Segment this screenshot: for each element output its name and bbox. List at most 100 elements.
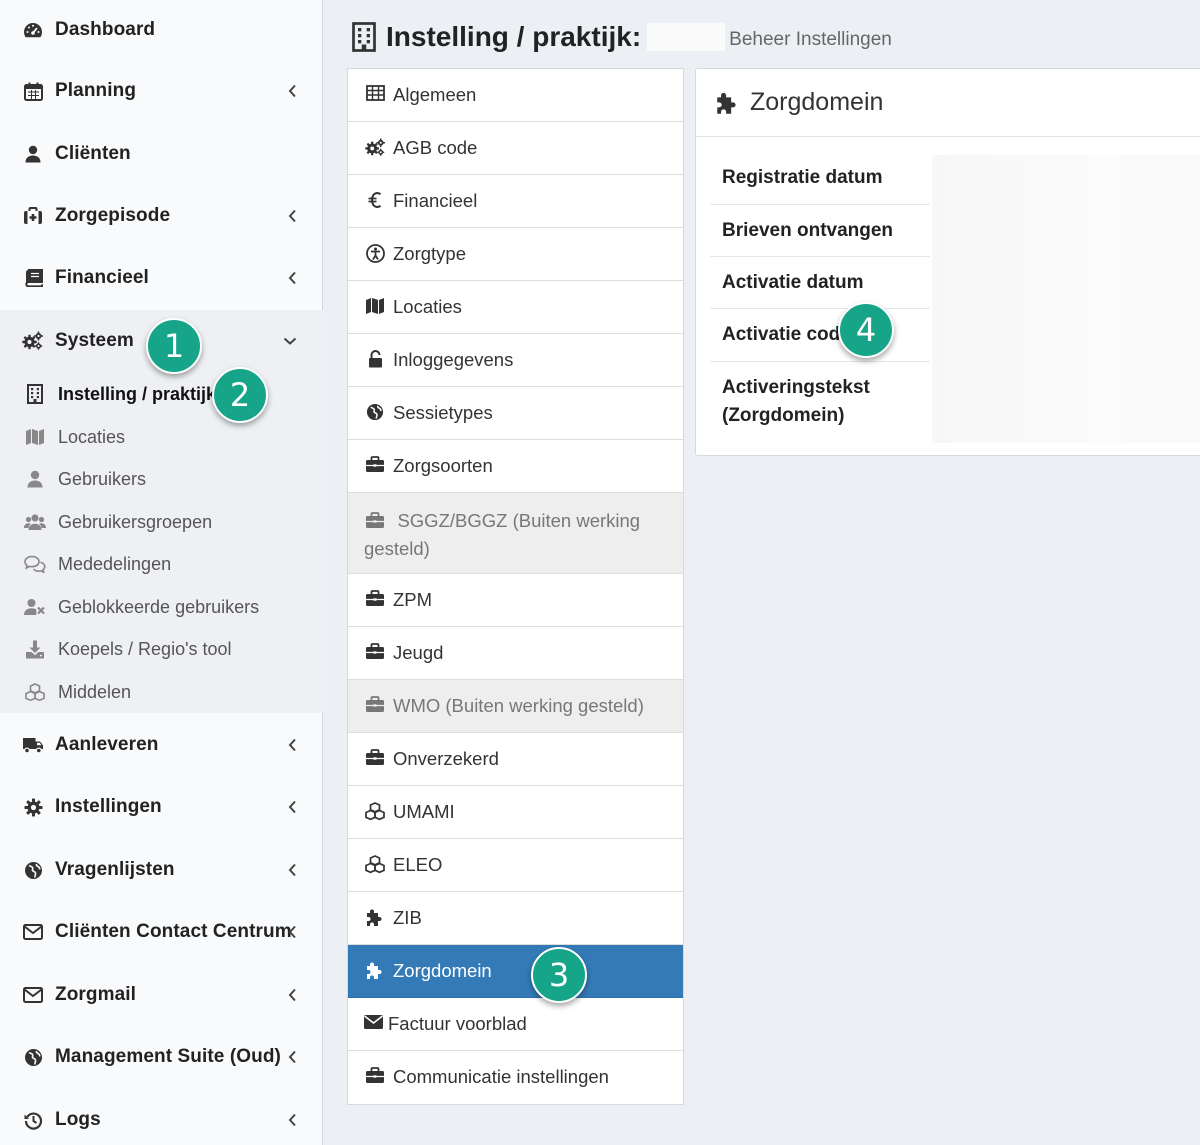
settings-item-agb-code[interactable]: AGB code (348, 122, 683, 175)
detail-label: Registratie datum (722, 167, 883, 188)
map-icon (22, 428, 48, 446)
sidebar-subitem-gebruikersgroepen[interactable]: Gebruikersgroepen (0, 501, 323, 543)
chevron-left-icon (288, 863, 297, 877)
users-icon (22, 513, 48, 531)
sidebar-subitem-koepels[interactable]: Koepels / Regio's tool (0, 628, 323, 670)
sidebar-item-zorgepisode[interactable]: Zorgepisode (0, 186, 323, 246)
settings-item-zorgdomein[interactable]: Zorgdomein (348, 945, 683, 998)
callout-badge-4: 4 (838, 302, 894, 358)
settings-item-zorgsoorten[interactable]: Zorgsoorten (348, 440, 683, 493)
settings-item-communicatie-instellingen[interactable]: Communicatie instellingen (348, 1051, 683, 1104)
detail-panel: Zorgdomein Registratie datum Brieven ont… (695, 68, 1200, 456)
settings-item-eleo[interactable]: ELEO (348, 839, 683, 892)
settings-item-locaties[interactable]: Locaties (348, 281, 683, 334)
sidebar-subitem-mededelingen[interactable]: Mededelingen (0, 543, 323, 585)
unlock-icon (364, 348, 386, 368)
sidebar-item-instellingen[interactable]: Instellingen (0, 777, 323, 837)
sidebar-subitem-label: Instelling / praktijk (58, 383, 217, 404)
sidebar-subitem-label: Middelen (58, 681, 132, 702)
settings-item-zorgtype[interactable]: Zorgtype (348, 228, 683, 281)
settings-item-factuur-voorblad[interactable]: Factuur voorblad (348, 998, 683, 1051)
user-times-icon (22, 598, 48, 616)
sidebar-item-label: Planning (55, 80, 137, 101)
page-subtitle: Beheer Instellingen (729, 29, 892, 50)
detail-label: Activeringstekst (Zorgdomein) (722, 377, 870, 426)
settings-list: Algemeen AGB code Financieel Zorgtype Lo… (347, 68, 684, 1105)
settings-item-label: Algemeen (393, 84, 477, 105)
book-icon (20, 269, 46, 287)
settings-item-zib[interactable]: ZIB (348, 892, 683, 945)
cubes-icon (22, 682, 48, 702)
sidebar-subitem-instelling[interactable]: Instelling / praktijk (0, 373, 323, 415)
sidebar-item-label: Zorgmail (55, 984, 137, 1005)
settings-item-financieel[interactable]: Financieel (348, 175, 683, 228)
settings-item-inloggegevens[interactable]: Inloggegevens (348, 334, 683, 387)
user-icon (20, 145, 46, 163)
cubes-icon (364, 800, 386, 821)
sidebar-subitem-middelen[interactable]: Middelen (0, 671, 323, 713)
sidebar-item-financieel[interactable]: Financieel (0, 248, 323, 308)
globe-icon (20, 861, 46, 880)
settings-item-umami[interactable]: UMAMI (348, 786, 683, 839)
globe-icon (364, 401, 386, 421)
settings-item-sggz-bggz[interactable]: SGGZ/BGGZ (Buiten werking gesteld) (348, 493, 683, 574)
sidebar-item-label: Dashboard (55, 19, 156, 40)
sidebar-item-planning[interactable]: Planning (0, 61, 323, 121)
settings-item-label: UMAMI (393, 801, 455, 822)
sidebar-item-zorgmail[interactable]: Zorgmail (0, 965, 323, 1025)
sidebar-item-clienten-contact-centrum[interactable]: Cliënten Contact Centrum (0, 902, 323, 962)
sidebar-item-vragenlijsten[interactable]: Vragenlijsten (0, 840, 323, 900)
map-icon (364, 295, 386, 315)
chevron-left-icon (288, 271, 297, 285)
settings-item-label: Jeugd (393, 642, 444, 663)
sidebar-item-aanleveren[interactable]: Aanleveren (0, 715, 323, 775)
settings-item-label: ZIB (393, 907, 422, 928)
settings-item-label: Financieel (393, 190, 478, 211)
sidebar-item-logs[interactable]: Logs (0, 1090, 323, 1145)
sidebar-item-label: Cliënten (55, 143, 131, 164)
settings-item-algemeen[interactable]: Algemeen (348, 69, 683, 122)
settings-item-jeugd[interactable]: Jeugd (348, 627, 683, 680)
sidebar-item-dashboard[interactable]: Dashboard (0, 0, 323, 60)
sidebar-subitem-locaties[interactable]: Locaties (0, 416, 323, 458)
building-icon (352, 22, 376, 52)
puzzle-icon (364, 906, 386, 927)
panel-header: Zorgdomein (696, 69, 1200, 137)
settings-item-label: ELEO (393, 854, 443, 875)
puzzle-icon (716, 91, 740, 115)
detail-label: Activatie code (722, 324, 851, 345)
chevron-left-icon (288, 800, 297, 814)
sidebar-item-label: Systeem (55, 330, 134, 351)
chevron-left-icon (288, 209, 297, 223)
settings-item-label: SGGZ/BGGZ (Buiten werking gesteld) (364, 510, 641, 559)
briefcase-icon (364, 747, 386, 766)
sidebar-subitem-gebruikers[interactable]: Gebruikers (0, 458, 323, 500)
envelope-icon (20, 924, 46, 940)
settings-item-label: Communicatie instellingen (393, 1066, 609, 1087)
briefcase-icon (364, 454, 386, 473)
globe-icon (20, 1048, 46, 1067)
settings-item-label: Zorgtype (393, 243, 467, 264)
accessibility-icon (364, 242, 386, 263)
panel-title: Zorgdomein (750, 88, 884, 116)
medkit-icon (20, 207, 46, 225)
sidebar-subitem-label: Geblokkeerde gebruikers (58, 596, 260, 617)
briefcase-icon (364, 1065, 386, 1084)
settings-item-zpm[interactable]: ZPM (348, 574, 683, 627)
settings-item-label: Onverzekerd (393, 748, 499, 769)
settings-item-sessietypes[interactable]: Sessietypes (348, 387, 683, 440)
settings-item-wmo[interactable]: WMO (Buiten werking gesteld) (348, 680, 683, 733)
settings-item-onverzekerd[interactable]: Onverzekerd (348, 733, 683, 786)
sidebar-item-management-suite[interactable]: Management Suite (Oud) (0, 1027, 323, 1087)
sidebar-subitem-label: Mededelingen (58, 553, 172, 574)
sidebar-subitem-geblokkeerde-gebruikers[interactable]: Geblokkeerde gebruikers (0, 586, 323, 628)
truck-icon (20, 737, 46, 754)
user-icon (22, 470, 48, 488)
page-header: Instelling / praktijk: Beheer Instelling… (352, 14, 892, 60)
settings-item-label: Zorgsoorten (393, 455, 493, 476)
sidebar-item-clienten[interactable]: Cliënten (0, 124, 323, 184)
detail-label: Activatie datum (722, 271, 864, 293)
detail-row-registratie-datum: Registratie datum (710, 152, 930, 205)
callout-badge-3: 3 (531, 947, 587, 1003)
briefcase-icon (364, 641, 386, 660)
